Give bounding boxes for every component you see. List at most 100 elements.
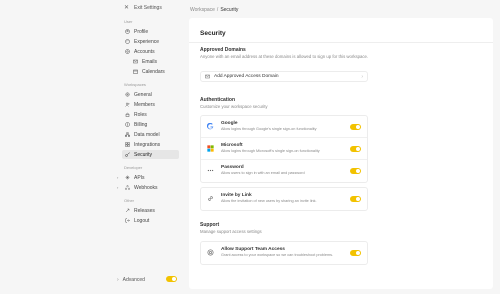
auth-row-title: Password xyxy=(221,164,244,170)
auth-providers-card: Google Allow logins through Google's sin… xyxy=(200,115,368,183)
sidebar-item-general[interactable]: General xyxy=(122,90,179,99)
sidebar-item-experience[interactable]: Experience xyxy=(122,37,179,46)
logout-icon xyxy=(125,218,130,223)
sidebar-item-label: Profile xyxy=(134,28,149,35)
settings-sidebar: ✕ Exit Settings User Profile Experience … xyxy=(0,0,190,294)
approved-domains-title: Approved Domains xyxy=(200,47,246,53)
auth-row-description: Allow logins through Microsoft's single … xyxy=(221,149,320,153)
webhook-icon xyxy=(125,185,130,190)
sidebar-item-label: Security xyxy=(134,151,153,158)
rocket-icon xyxy=(125,208,130,213)
sidebar-item-label: Accounts xyxy=(134,48,155,55)
breadcrumb: Workspace / Security xyxy=(190,7,238,13)
sidebar-item-accounts[interactable]: Accounts xyxy=(122,47,179,56)
calendar-icon xyxy=(133,69,138,74)
sidebar-item-label: Data model xyxy=(134,131,160,138)
sidebar-item-label: Releases xyxy=(134,207,155,214)
close-icon: ✕ xyxy=(124,5,130,11)
title-divider xyxy=(189,42,493,43)
section-label-other: Other xyxy=(124,198,135,203)
section-label-user: User xyxy=(124,19,133,24)
invite-link-toggle[interactable] xyxy=(350,196,361,202)
user-circle-icon xyxy=(125,29,130,34)
sidebar-item-integrations[interactable]: Integrations xyxy=(122,140,179,149)
mail-icon xyxy=(205,74,210,79)
sidebar-item-label: General xyxy=(134,91,152,98)
sidebar-item-label: Billing xyxy=(134,121,148,128)
sidebar-item-apis[interactable]: APIs xyxy=(122,173,179,182)
toggle-switch[interactable] xyxy=(166,276,177,282)
auth-row-description: Allow logins through Google's single sig… xyxy=(221,127,317,131)
microsoft-auth-toggle[interactable] xyxy=(350,146,361,152)
password-auth-toggle[interactable] xyxy=(350,168,361,174)
password-icon xyxy=(207,167,214,174)
sidebar-item-label: Emails xyxy=(142,58,158,65)
sidebar-item-label: Members xyxy=(134,101,155,108)
authentication-title: Authentication xyxy=(200,97,235,103)
breadcrumb-current: Security xyxy=(220,7,239,13)
sidebar-item-label: Roles xyxy=(134,111,147,118)
users-icon xyxy=(125,102,130,107)
support-access-toggle[interactable] xyxy=(350,250,361,256)
section-label-workspaces: Workspaces xyxy=(124,82,146,87)
sidebar-item-label: APIs xyxy=(134,174,145,181)
sidebar-item-releases[interactable]: Releases xyxy=(122,206,179,215)
exit-settings-button[interactable]: ✕ Exit Settings xyxy=(124,5,162,11)
sidebar-item-label: Experience xyxy=(134,38,160,45)
support-access-title: Allow Support Team Access xyxy=(221,246,285,252)
approved-domains-description: Anyone with an email address at these do… xyxy=(200,54,369,59)
chevron-right-icon[interactable]: › xyxy=(117,175,118,180)
sidebar-item-profile[interactable]: Profile xyxy=(122,27,179,36)
security-settings-panel: Security Approved Domains Anyone with an… xyxy=(189,18,493,289)
key-icon xyxy=(125,152,130,157)
invite-link-title: Invite by Link xyxy=(221,192,252,198)
sidebar-item-webhooks[interactable]: Webhooks xyxy=(122,183,179,192)
sidebar-item-emails[interactable]: Emails xyxy=(130,57,179,66)
mail-icon xyxy=(133,59,138,64)
palette-icon xyxy=(125,39,130,44)
page-title: Security xyxy=(200,30,226,37)
invite-link-card: Invite by Link Allow the invitation of n… xyxy=(200,187,368,211)
hierarchy-icon xyxy=(125,132,130,137)
auth-row-microsoft: Microsoft Allow logins through Microsoft… xyxy=(201,138,367,160)
advanced-mode-toggle[interactable] xyxy=(166,276,177,282)
lock-icon xyxy=(125,112,130,117)
chevron-right-icon[interactable]: › xyxy=(117,185,118,190)
auth-row-google: Google Allow logins through Google's sin… xyxy=(201,116,367,138)
support-access-card: Allow Support Team Access Grant access t… xyxy=(200,241,368,265)
sidebar-item-calendars[interactable]: Calendars xyxy=(130,67,179,76)
chevron-right-icon: › xyxy=(361,73,363,80)
sidebar-item-security[interactable]: Security xyxy=(122,150,179,159)
add-approved-domain-label: Add Approved Access Domain xyxy=(214,74,279,79)
sidebar-item-roles[interactable]: Roles xyxy=(122,110,179,119)
sidebar-item-label: Calendars xyxy=(142,68,165,75)
at-sign-icon xyxy=(125,49,130,54)
currency-icon xyxy=(125,122,130,127)
apps-icon xyxy=(125,142,130,147)
sidebar-item-logout[interactable]: Logout xyxy=(122,216,179,225)
add-approved-domain-button[interactable]: Add Approved Access Domain › xyxy=(200,71,368,82)
sidebar-item-data-model[interactable]: Data model xyxy=(122,130,179,139)
support-description: Manage support access settings xyxy=(200,229,262,234)
advanced-label: Advanced xyxy=(122,277,145,283)
api-icon xyxy=(125,175,130,180)
breadcrumb-workspace[interactable]: Workspace xyxy=(190,7,215,13)
support-title: Support xyxy=(200,222,220,228)
sidebar-item-billing[interactable]: Billing xyxy=(122,120,179,129)
google-auth-toggle[interactable] xyxy=(350,124,361,130)
sidebar-item-members[interactable]: Members xyxy=(122,100,179,109)
google-icon xyxy=(207,123,214,130)
breadcrumb-separator: / xyxy=(216,7,219,13)
tool-icon: › xyxy=(117,277,119,283)
invite-link-row: Invite by Link Allow the invitation of n… xyxy=(201,188,367,210)
auth-row-description: Allow users to sign in with an email and… xyxy=(221,171,305,175)
sidebar-item-label: Logout xyxy=(134,217,150,224)
exit-settings-label: Exit Settings xyxy=(134,5,162,11)
support-access-description: Grant access to your workspace so we can… xyxy=(221,253,334,257)
authentication-description: Customize your workspace security xyxy=(200,104,268,109)
support-icon xyxy=(207,249,214,256)
link-icon xyxy=(207,195,214,202)
section-label-developer: Developer xyxy=(124,165,143,170)
settings-icon xyxy=(125,92,130,97)
invite-link-description: Allow the invitation of new users by sha… xyxy=(221,199,317,203)
